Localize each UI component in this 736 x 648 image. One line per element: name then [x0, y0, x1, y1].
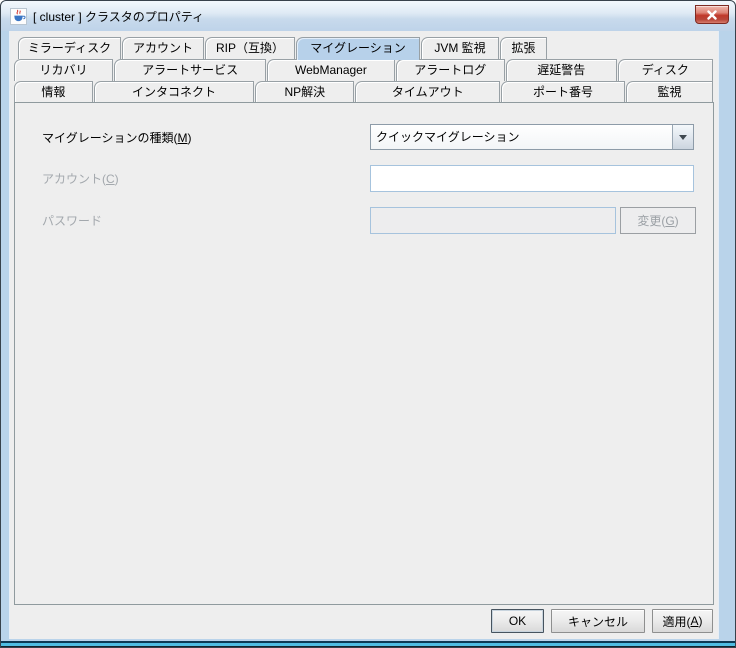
tab-extension[interactable]: 拡張	[500, 37, 547, 59]
tab-timeout[interactable]: タイムアウト	[355, 81, 500, 103]
tab-port-number[interactable]: ポート番号	[501, 81, 625, 103]
account-input[interactable]	[370, 165, 694, 192]
cluster-properties-dialog: [ cluster ] クラスタのプロパティ ミラーディスク アカウント RIP…	[0, 0, 736, 648]
close-button[interactable]	[695, 5, 729, 24]
tab-recovery[interactable]: リカバリ	[14, 59, 113, 81]
tab-monitor[interactable]: 監視	[626, 81, 713, 103]
tab-webmanager[interactable]: WebManager	[267, 59, 394, 81]
tab-row-1: ミラーディスク アカウント RIP（互換） マイグレーション JVM 監視 拡張	[14, 37, 714, 59]
tab-interconnect[interactable]: インタコネクト	[94, 81, 254, 103]
title-bar[interactable]: [ cluster ] クラスタのプロパティ	[1, 1, 735, 31]
migration-type-label: マイグレーションの種類(M)	[42, 129, 370, 146]
password-input	[370, 207, 616, 234]
tab-alert-log[interactable]: アラートログ	[396, 59, 505, 81]
password-row: パスワード 変更(G)	[42, 207, 694, 234]
tab-np-resolution[interactable]: NP解決	[255, 81, 354, 103]
ok-button[interactable]: OK	[491, 609, 544, 633]
cancel-button[interactable]: キャンセル	[551, 609, 645, 633]
chevron-down-icon	[679, 135, 687, 144]
tab-account[interactable]: アカウント	[122, 37, 204, 59]
tab-migration[interactable]: マイグレーション	[296, 37, 420, 60]
password-field-area: 変更(G)	[370, 207, 696, 234]
tab-row-2: リカバリ アラートサービス WebManager アラートログ 遅延警告 ディス…	[14, 59, 714, 81]
java-icon	[10, 8, 27, 25]
close-x-icon	[706, 10, 718, 20]
account-label: アカウント(C)	[42, 170, 370, 187]
tab-info[interactable]: 情報	[14, 81, 93, 103]
tab-row-3: 情報 インタコネクト NP解決 タイムアウト ポート番号 監視	[14, 81, 714, 103]
password-label: パスワード	[42, 212, 370, 229]
tab-alert-service[interactable]: アラートサービス	[114, 59, 266, 81]
window-bottom-edge	[1, 639, 735, 647]
migration-type-value: クイックマイグレーション	[371, 125, 672, 149]
tab-delay-warning[interactable]: 遅延警告	[506, 59, 617, 81]
window-title: [ cluster ] クラスタのプロパティ	[33, 8, 695, 25]
account-row: アカウント(C)	[42, 165, 694, 192]
combo-arrow-button[interactable]	[672, 125, 693, 149]
tab-disk[interactable]: ディスク	[618, 59, 713, 81]
dialog-content: ミラーディスク アカウント RIP（互換） マイグレーション JVM 監視 拡張…	[9, 31, 719, 641]
dialog-button-bar: OK キャンセル 適用(A)	[14, 605, 714, 641]
apply-button[interactable]: 適用(A)	[652, 609, 713, 633]
change-password-button: 変更(G)	[620, 207, 696, 234]
migration-type-combobox[interactable]: クイックマイグレーション	[370, 124, 694, 150]
tab-rip-compat[interactable]: RIP（互換）	[205, 37, 295, 59]
migration-tab-panel: マイグレーションの種類(M) クイックマイグレーション アカウント(C) パスワ…	[14, 102, 714, 605]
tab-jvm-monitor[interactable]: JVM 監視	[421, 37, 499, 59]
tab-mirror-disk[interactable]: ミラーディスク	[18, 37, 121, 59]
migration-type-row: マイグレーションの種類(M) クイックマイグレーション	[42, 124, 694, 150]
